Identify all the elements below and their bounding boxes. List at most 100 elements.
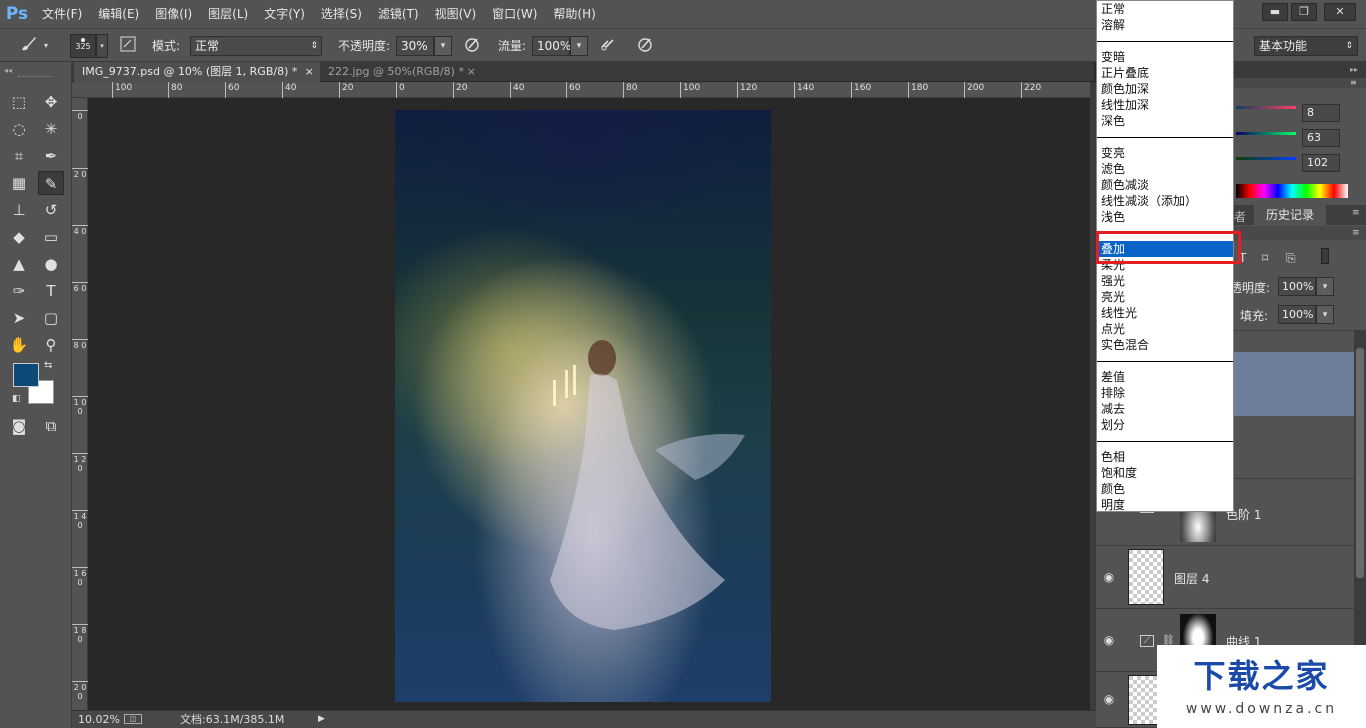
rectangle-tool-icon[interactable]: ▢ [38,306,64,330]
brush-panel-toggle-icon[interactable] [117,35,139,57]
menu-edit[interactable]: 编辑(E) [90,0,147,28]
blend-option[interactable]: 变亮 [1097,145,1233,161]
quick-mask-icon[interactable]: ◙ [6,414,32,438]
marquee-tool-icon[interactable]: ⬚ [6,90,32,114]
layer-opacity-input[interactable]: 100% [1278,277,1316,296]
visibility-eye-icon[interactable]: ◉ [1102,633,1116,647]
screen-mode-icon[interactable]: ⧉ [38,414,64,438]
tab-history[interactable]: 历史记录 [1254,205,1326,225]
blend-option[interactable]: 亮光 [1097,289,1233,305]
eraser-tool-icon[interactable]: ◆ [6,225,32,249]
blend-option[interactable]: 深色 [1097,113,1233,129]
panel-menu-icon[interactable]: ≡ [1352,228,1360,238]
workspace-switcher[interactable]: 基本功能 ⇕ [1254,36,1358,56]
blend-option[interactable]: 变暗 [1097,49,1233,65]
color-spectrum-bar[interactable] [1236,184,1348,198]
magic-wand-tool-icon[interactable]: ✳ [38,117,64,141]
status-menu-arrow-icon[interactable]: ▶ [318,711,325,728]
blur-tool-icon[interactable]: ▲ [6,252,32,276]
foreground-color-swatch[interactable] [13,363,39,387]
tab-img-9737[interactable]: IMG_9737.psd @ 10% (图层 1, RGB/8) * × [74,62,320,82]
layer-name[interactable]: 图层 4 [1174,570,1209,587]
blend-option[interactable]: 点光 [1097,321,1233,337]
type-tool-icon[interactable]: T [38,279,64,303]
blend-option[interactable]: 线性光 [1097,305,1233,321]
blend-option[interactable]: 线性加深 [1097,97,1233,113]
lasso-tool-icon[interactable]: ◌ [6,117,32,141]
pressure-opacity-icon[interactable] [461,35,483,57]
airbrush-icon[interactable] [597,35,619,57]
blend-option[interactable]: 饱和度 [1097,465,1233,481]
blend-option[interactable]: 色相 [1097,449,1233,465]
blend-option[interactable]: 正常 [1097,1,1233,17]
red-value-input[interactable]: 8 [1302,104,1340,122]
menu-image[interactable]: 图像(I) [147,0,200,28]
menu-help[interactable]: 帮助(H) [545,0,603,28]
clone-stamp-tool-icon[interactable]: ⊥ [6,198,32,222]
blend-option[interactable]: 正片叠底 [1097,65,1233,81]
blend-option[interactable]: 滤色 [1097,161,1233,177]
toolbox-grip[interactable] [18,76,52,79]
brush-picker-arrow-icon[interactable]: ▾ [96,34,108,58]
document-image[interactable] [395,110,771,702]
filter-shape-icon[interactable]: ⌑ [1262,251,1268,265]
panel-menu-icon[interactable]: ≡ [1352,208,1360,218]
flow-input[interactable]: 100% [532,36,571,56]
swap-colors-icon[interactable]: ⇆ [44,360,52,371]
default-colors-icon[interactable]: ◧ [12,394,21,404]
blend-option[interactable]: 差值 [1097,369,1233,385]
red-slider[interactable] [1236,106,1296,109]
pen-tool-icon[interactable]: ✑ [6,279,32,303]
brush-preset-picker[interactable]: 325 [70,34,96,58]
blend-mode-dropdown[interactable]: 正常 ⇕ [190,36,322,56]
minimize-button[interactable]: ▬ [1262,3,1288,21]
tab-222-jpg[interactable]: 222.jpg @ 50%(RGB/8) * × [320,62,480,82]
collapse-toolbox-icon[interactable]: ◂◂ [4,66,12,75]
layer-row-layer4[interactable]: ◉ 图层 4 [1096,546,1354,609]
blend-option[interactable]: 浅色 [1097,209,1233,225]
blend-option[interactable]: 溶解 [1097,17,1233,33]
blue-slider[interactable] [1236,157,1296,160]
blend-option[interactable]: 明度 [1097,497,1233,513]
panel-menu-icon[interactable]: ≡ [1350,78,1357,87]
menu-view[interactable]: 视图(V) [427,0,485,28]
tab-partial[interactable]: 者 [1234,208,1246,225]
menu-filter[interactable]: 滤镜(T) [370,0,427,28]
blue-value-input[interactable]: 102 [1302,154,1340,172]
blend-option[interactable]: 划分 [1097,417,1233,433]
layer-opacity-arrow-icon[interactable]: ▾ [1316,277,1334,296]
status-info-icon[interactable]: ◫ [124,714,142,724]
flow-arrow-icon[interactable]: ▾ [570,36,588,56]
blend-option[interactable]: 线性减淡（添加） [1097,193,1233,209]
zoom-tool-icon[interactable]: ⚲ [38,333,64,357]
opacity-arrow-icon[interactable]: ▾ [434,36,452,56]
restore-button[interactable]: ❐ [1291,3,1317,21]
zoom-level[interactable]: 10.02% [78,711,120,728]
blend-option[interactable]: 颜色减淡 [1097,177,1233,193]
fill-input[interactable]: 100% [1278,305,1316,324]
blend-option[interactable]: 强光 [1097,273,1233,289]
green-value-input[interactable]: 63 [1302,129,1340,147]
menu-file[interactable]: 文件(F) [34,0,90,28]
filter-toggle[interactable] [1321,248,1329,264]
path-selection-tool-icon[interactable]: ➤ [6,306,32,330]
close-button[interactable]: ✕ [1324,3,1356,21]
brush-tool-icon[interactable] [18,34,40,56]
tool-preset-arrow-icon[interactable]: ▾ [44,41,48,50]
blend-option[interactable]: 实色混合 [1097,337,1233,353]
menu-window[interactable]: 窗口(W) [484,0,545,28]
visibility-eye-icon[interactable]: ◉ [1102,570,1116,584]
menu-type[interactable]: 文字(Y) [256,0,313,28]
layers-scroll-thumb[interactable] [1356,348,1364,578]
blend-option[interactable]: 排除 [1097,385,1233,401]
blend-option[interactable]: 颜色加深 [1097,81,1233,97]
hand-tool-icon[interactable]: ✋ [6,333,32,357]
visibility-eye-icon[interactable]: ◉ [1102,692,1116,706]
filter-smart-object-icon[interactable]: ⎘ [1286,251,1296,266]
collapse-dock-icon[interactable]: ▸▸ [1350,65,1358,74]
move-tool-icon[interactable]: ✥ [38,90,64,114]
history-brush-tool-icon[interactable]: ↺ [38,198,64,222]
brush-tool-icon[interactable]: ✎ [38,171,64,195]
blend-option[interactable]: 减去 [1097,401,1233,417]
tab-close-icon[interactable]: × [305,62,314,82]
